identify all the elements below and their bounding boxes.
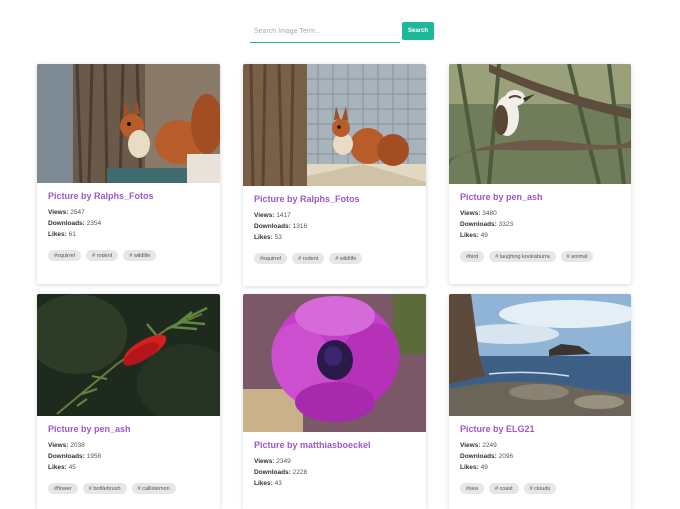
downloads-label: Downloads:: [460, 221, 497, 228]
tag-list: #bird # laughing kookaburra # animal: [460, 251, 620, 262]
tag[interactable]: #squirrel: [48, 250, 82, 261]
image-card: Picture by pen_ash Views: 3480 Downloads…: [449, 64, 631, 284]
downloads-label: Downloads:: [254, 469, 291, 476]
views-value: 2249: [482, 442, 497, 449]
image-card: Picture by matthiasboeckel Views: 2349 D…: [243, 294, 426, 509]
views-label: Views:: [460, 210, 481, 217]
views-stat: Views: 1417: [254, 210, 415, 221]
search-bar: Search: [250, 21, 434, 43]
likes-label: Likes:: [254, 480, 273, 487]
card-title: Picture by Ralphs_Fotos: [254, 194, 360, 204]
likes-stat: Likes: 53: [254, 232, 415, 243]
downloads-value: 3323: [498, 221, 514, 228]
tag[interactable]: #flower: [48, 483, 78, 494]
card-title: Picture by pen_ash: [460, 192, 543, 202]
tag[interactable]: #sea: [460, 483, 484, 494]
likes-label: Likes:: [48, 464, 67, 471]
tag[interactable]: # laughing kookaburra: [489, 251, 556, 262]
downloads-stat: Downloads: 2354: [48, 218, 209, 229]
downloads-value: 1958: [86, 453, 102, 460]
tag[interactable]: # clouds: [523, 483, 557, 494]
image-card: Picture by Ralphs_Fotos Views: 1417 Down…: [243, 64, 426, 286]
card-image[interactable]: [37, 64, 220, 183]
likes-stat: Likes: 45: [48, 462, 209, 473]
likes-label: Likes:: [460, 232, 479, 239]
card-image[interactable]: [37, 294, 220, 416]
likes-value: 53: [274, 234, 282, 241]
likes-stat: Likes: 61: [48, 229, 209, 240]
downloads-value: 2096: [498, 453, 514, 460]
downloads-stat: Downloads: 2228: [254, 467, 415, 478]
card-title: Picture by matthiasboeckel: [254, 440, 371, 450]
downloads-value: 2354: [86, 220, 102, 227]
views-stat: Views: 2547: [48, 207, 209, 218]
tag-list: #squirrel # rodent # wildlife: [48, 250, 209, 261]
views-label: Views:: [48, 442, 69, 449]
views-value: 3480: [482, 210, 497, 217]
views-value: 2349: [276, 458, 291, 465]
search-input[interactable]: [250, 21, 400, 43]
downloads-label: Downloads:: [254, 223, 291, 230]
tag-list: #squirrel # rodent # wildlife: [254, 253, 415, 264]
downloads-label: Downloads:: [48, 220, 85, 227]
downloads-stat: Downloads: 1316: [254, 221, 415, 232]
tag[interactable]: #bird: [460, 251, 485, 262]
card-title: Picture by ELG21: [460, 424, 535, 434]
tag[interactable]: # callistemon: [131, 483, 176, 494]
image-card: Picture by Ralphs_Fotos Views: 2547 Down…: [37, 64, 220, 284]
likes-label: Likes:: [254, 234, 273, 241]
downloads-value: 1316: [292, 223, 308, 230]
likes-stat: Likes: 49: [460, 462, 620, 473]
views-label: Views:: [460, 442, 481, 449]
tag[interactable]: # bottlebrush: [82, 483, 127, 494]
card-title: Picture by pen_ash: [48, 424, 131, 434]
likes-value: 43: [274, 480, 282, 487]
views-stat: Views: 2249: [460, 440, 620, 451]
likes-value: 45: [68, 464, 76, 471]
likes-stat: Likes: 43: [254, 478, 415, 489]
downloads-label: Downloads:: [48, 453, 85, 460]
views-value: 2038: [70, 442, 85, 449]
tag[interactable]: # coast: [488, 483, 519, 494]
tag-list: #flower # bottlebrush # callistemon: [48, 483, 209, 494]
views-label: Views:: [48, 209, 69, 216]
views-value: 1417: [276, 212, 291, 219]
downloads-stat: Downloads: 2096: [460, 451, 620, 462]
card-image[interactable]: [449, 294, 631, 416]
card-image[interactable]: [243, 64, 426, 186]
downloads-value: 2228: [292, 469, 308, 476]
views-label: Views:: [254, 458, 275, 465]
tag[interactable]: #squirrel: [254, 253, 288, 264]
tag[interactable]: # animal: [560, 251, 594, 262]
downloads-stat: Downloads: 1958: [48, 451, 209, 462]
search-button[interactable]: Search: [402, 22, 434, 40]
likes-value: 49: [480, 464, 488, 471]
views-value: 2547: [70, 209, 85, 216]
likes-value: 49: [480, 232, 488, 239]
downloads-stat: Downloads: 3323: [460, 219, 620, 230]
likes-label: Likes:: [460, 464, 479, 471]
likes-stat: Likes: 49: [460, 230, 620, 241]
tag-list: #sea # coast # clouds: [460, 483, 620, 494]
views-stat: Views: 2349: [254, 456, 415, 467]
views-stat: Views: 3480: [460, 208, 620, 219]
card-image[interactable]: [449, 64, 631, 184]
views-label: Views:: [254, 212, 275, 219]
likes-label: Likes:: [48, 231, 67, 238]
views-stat: Views: 2038: [48, 440, 209, 451]
card-title: Picture by Ralphs_Fotos: [48, 191, 154, 201]
likes-value: 61: [68, 231, 76, 238]
tag[interactable]: # wildlife: [329, 253, 363, 264]
tag[interactable]: # rodent: [86, 250, 119, 261]
card-image[interactable]: [243, 294, 426, 432]
tag[interactable]: # wildlife: [123, 250, 157, 261]
downloads-label: Downloads:: [460, 453, 497, 460]
image-card: Picture by ELG21 Views: 2249 Downloads: …: [449, 294, 631, 509]
image-card: Picture by pen_ash Views: 2038 Downloads…: [37, 294, 220, 509]
tag[interactable]: # rodent: [292, 253, 325, 264]
